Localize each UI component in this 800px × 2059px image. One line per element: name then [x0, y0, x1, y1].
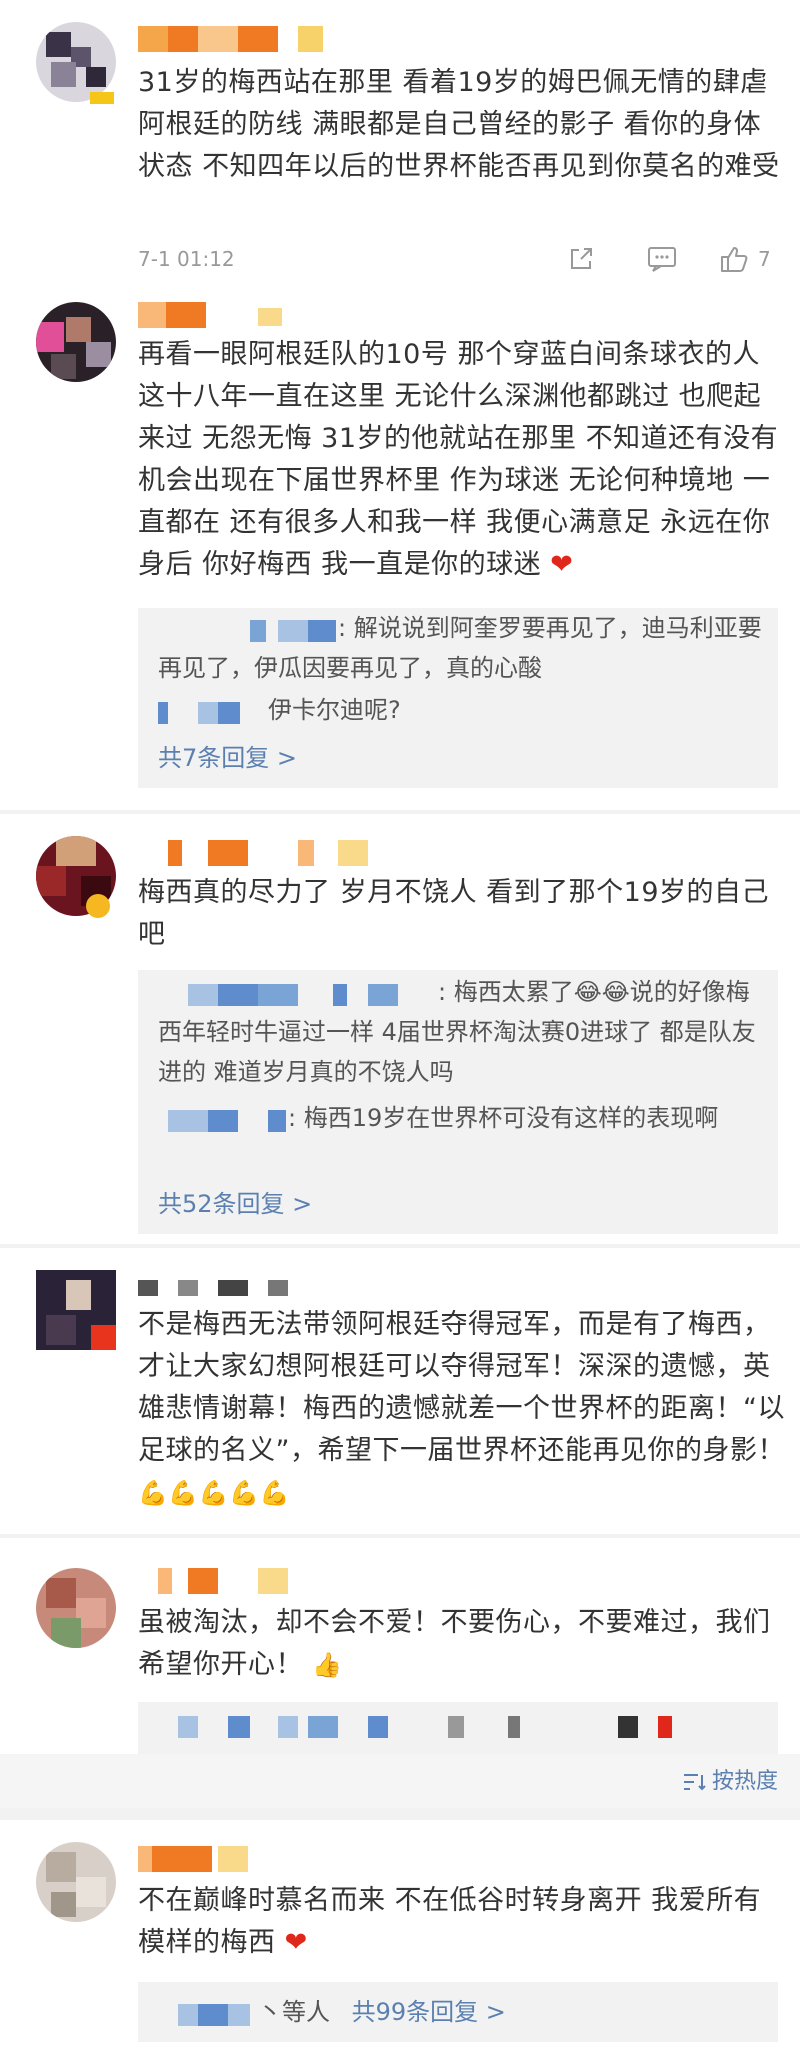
- reply-box: : 梅西太累了😂😂说的好像梅西年轻时牛逼过一样 4届世界杯淘汰赛0进球了 都是队…: [138, 970, 778, 1234]
- thumbs-up-emoji: 👍: [312, 1651, 343, 1679]
- username[interactable]: [138, 1276, 318, 1306]
- heart-icon: ❤: [284, 1927, 308, 1958]
- username[interactable]: [138, 840, 398, 870]
- reply-box: : 解说说到阿奎罗要再见了，迪马利亚要再见了，伊瓜因要再见了，真的心酸 伊卡尔迪…: [138, 608, 778, 788]
- reply-username[interactable]: [158, 2000, 258, 2026]
- reply-item[interactable]: : 解说说到阿奎罗要再见了，迪马利亚要再见了，伊瓜因要再见了，真的心酸: [158, 608, 768, 688]
- reply-box: 丶等人 共99条回复 >: [138, 1982, 778, 2042]
- reply-box: [138, 1702, 778, 1754]
- flexed-biceps-emoji: 💪💪💪💪💪: [138, 1479, 290, 1507]
- timestamp: 7-1 01:12: [138, 247, 235, 271]
- share-icon[interactable]: [566, 244, 606, 274]
- comment-text: 再看一眼阿根廷队的10号 那个穿蓝白间条球衣的人 这十八年一直在这里 无论什么深…: [138, 339, 779, 580]
- reply-username[interactable]: [178, 1712, 738, 1742]
- avatar[interactable]: [36, 302, 116, 382]
- reply-item[interactable]: : 梅西19岁在世界杯可没有这样的表现啊: [158, 1098, 768, 1138]
- reply-username[interactable]: [158, 1106, 288, 1132]
- sort-icon: [683, 1774, 706, 1791]
- view-more-replies-link[interactable]: 共52条回复 >: [158, 1184, 312, 1224]
- like-count: 7: [758, 247, 771, 271]
- username[interactable]: [138, 302, 338, 332]
- username[interactable]: [138, 26, 338, 56]
- username[interactable]: [138, 1846, 338, 1876]
- avatar[interactable]: [36, 1568, 116, 1648]
- comment-6: 不在巅峰时慕名而来 不在低谷时转身离开 我爱所有模样的梅西 ❤ 丶等人 共99条…: [0, 1820, 800, 2059]
- comment-5: 虽被淘汰，却不会不爱！不要伤心，不要难过，我们希望你开心！ 👍 按热度: [0, 1538, 800, 1810]
- username[interactable]: [138, 1568, 338, 1598]
- thumbs-up-icon[interactable]: [718, 244, 758, 274]
- comment-text: 虽被淘汰，却不会不爱！不要伤心，不要难过，我们希望你开心！ 👍: [138, 1607, 771, 1680]
- verified-badge: [86, 894, 110, 918]
- comment-text: 不是梅西无法带领阿根廷夺得冠军，而是有了梅西，才让大家幻想阿根廷可以夺得冠军！深…: [138, 1309, 785, 1507]
- avatar[interactable]: [36, 1270, 116, 1350]
- reply-item[interactable]: : 梅西太累了😂😂说的好像梅西年轻时牛逼过一样 4届世界杯淘汰赛0进球了 都是队…: [158, 972, 768, 1092]
- comment-4: 不是梅西无法带领阿根廷夺得冠军，而是有了梅西，才让大家幻想阿根廷可以夺得冠军！深…: [0, 1248, 800, 1534]
- comment-text: 梅西真的尽力了 岁月不饶人 看到了那个19岁的自己吧: [138, 877, 770, 950]
- reply-username[interactable]: [158, 698, 268, 724]
- view-more-replies-link[interactable]: 共7条回复 >: [158, 738, 297, 778]
- reply-item[interactable]: 伊卡尔迪呢?: [158, 690, 768, 730]
- reply-item[interactable]: 丶等人 共99条回复 >: [158, 1992, 768, 2032]
- avatar[interactable]: [36, 1842, 116, 1922]
- comment-icon[interactable]: [646, 244, 686, 274]
- comment-text: 不在巅峰时慕名而来 不在低谷时转身离开 我爱所有模样的梅西 ❤: [138, 1885, 762, 1958]
- heart-icon: ❤: [550, 549, 574, 580]
- comment-1: 31岁的梅西站在那里 看着19岁的姆巴佩无情的肆虐阿根廷的防线 满眼都是自己曾经…: [0, 0, 800, 290]
- divider: [0, 1808, 800, 1820]
- sort-bar: 按热度: [0, 1754, 800, 1810]
- comment-3: 梅西真的尽力了 岁月不饶人 看到了那个19岁的自己吧 : 梅西太累了😂😂说的好像…: [0, 814, 800, 1244]
- reply-username[interactable]: [158, 980, 438, 1006]
- comment-actions: 7-1 01:12 7: [138, 244, 778, 274]
- comment-2: 再看一眼阿根廷队的10号 那个穿蓝白间条球衣的人 这十八年一直在这里 无论什么深…: [0, 290, 800, 810]
- comment-text: 31岁的梅西站在那里 看着19岁的姆巴佩无情的肆虐阿根廷的防线 满眼都是自己曾经…: [138, 67, 780, 182]
- view-more-replies-link[interactable]: 共99条回复 >: [352, 1998, 506, 2026]
- sort-by-popularity-button[interactable]: 按热度: [682, 1766, 778, 1798]
- reply-username[interactable]: [158, 616, 338, 642]
- avatar[interactable]: [36, 22, 116, 102]
